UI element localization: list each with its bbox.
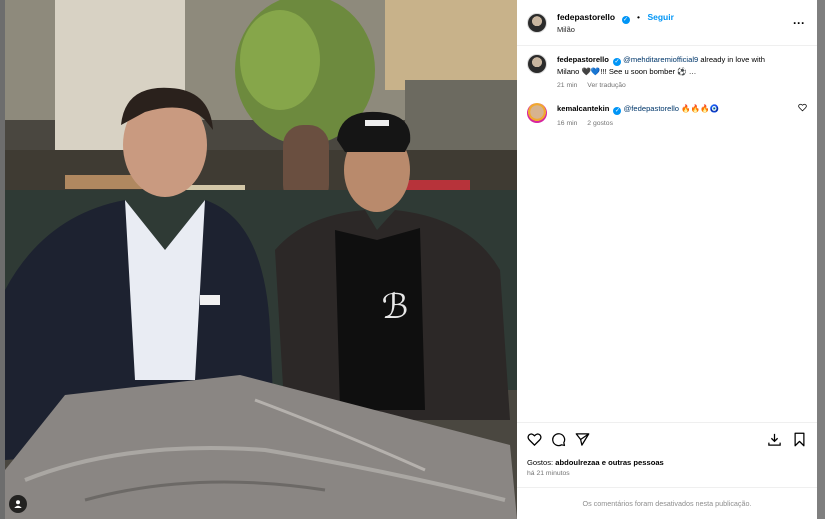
- comments-section[interactable]: fedepastorello ✓ @mehditaremiofficial9 a…: [517, 46, 817, 422]
- caption-mention[interactable]: @mehditaremiofficial9: [623, 55, 698, 64]
- verified-badge-icon: ✓: [613, 107, 622, 115]
- heart-icon[interactable]: [527, 432, 542, 447]
- caption-time[interactable]: 21 min: [557, 82, 577, 89]
- separator-dot: •: [637, 11, 640, 22]
- follow-button[interactable]: Seguir: [647, 12, 673, 22]
- translate-link[interactable]: Ver tradução: [587, 82, 626, 89]
- comment-time[interactable]: 16 min: [557, 120, 577, 127]
- post-side-panel: fedepastorello ✓ • Seguir Milão ··· fede…: [517, 0, 817, 519]
- post-photo[interactable]: ℬ: [5, 0, 517, 519]
- comment-text: 🔥🔥🔥🧿: [681, 104, 719, 113]
- caption-avatar[interactable]: [527, 54, 547, 74]
- likes-prefix: Gostos:: [527, 458, 554, 467]
- more-horizontal-icon[interactable]: ···: [793, 16, 805, 30]
- caption-username[interactable]: fedepastorello: [557, 55, 609, 64]
- photo-scene: ℬ: [5, 0, 517, 519]
- svg-text:ℬ: ℬ: [382, 287, 409, 327]
- post-location[interactable]: Milão: [557, 24, 674, 36]
- author-avatar[interactable]: [527, 12, 547, 33]
- post-header: fedepastorello ✓ • Seguir Milão ···: [517, 0, 817, 46]
- author-username[interactable]: fedepastorello: [557, 12, 615, 22]
- bookmark-icon[interactable]: [792, 432, 807, 447]
- verified-badge-icon: ✓: [621, 15, 630, 24]
- post-time[interactable]: há 21 minutos: [527, 470, 807, 477]
- backdrop: [817, 0, 825, 519]
- caption: fedepastorello ✓ @mehditaremiofficial9 a…: [517, 46, 817, 91]
- likes-summary[interactable]: Gostos: abdoulrezaa e outras pessoas: [527, 458, 807, 467]
- comment-like-heart-icon[interactable]: [798, 103, 807, 112]
- verified-badge-icon: ✓: [613, 58, 622, 66]
- comment-icon[interactable]: [551, 432, 566, 447]
- comments-disabled-notice: Os comentários foram desativados nesta p…: [517, 487, 817, 519]
- likes-user[interactable]: abdoulrezaa: [555, 458, 599, 467]
- user-tag-icon[interactable]: [9, 495, 27, 513]
- comment-avatar[interactable]: [527, 103, 547, 123]
- share-icon[interactable]: [575, 432, 590, 447]
- download-icon[interactable]: [767, 432, 782, 447]
- post-actions: Gostos: abdoulrezaa e outras pessoas há …: [517, 422, 817, 477]
- likes-suffix[interactable]: e outras pessoas: [602, 458, 664, 467]
- comment-item: kemalcantekin ✓ @fedepastorello 🔥🔥🔥🧿 16 …: [517, 91, 817, 129]
- comment-likes[interactable]: 2 gostos: [587, 120, 613, 127]
- comment-mention[interactable]: @fedepastorello: [624, 104, 679, 113]
- comment-username[interactable]: kemalcantekin: [557, 104, 609, 113]
